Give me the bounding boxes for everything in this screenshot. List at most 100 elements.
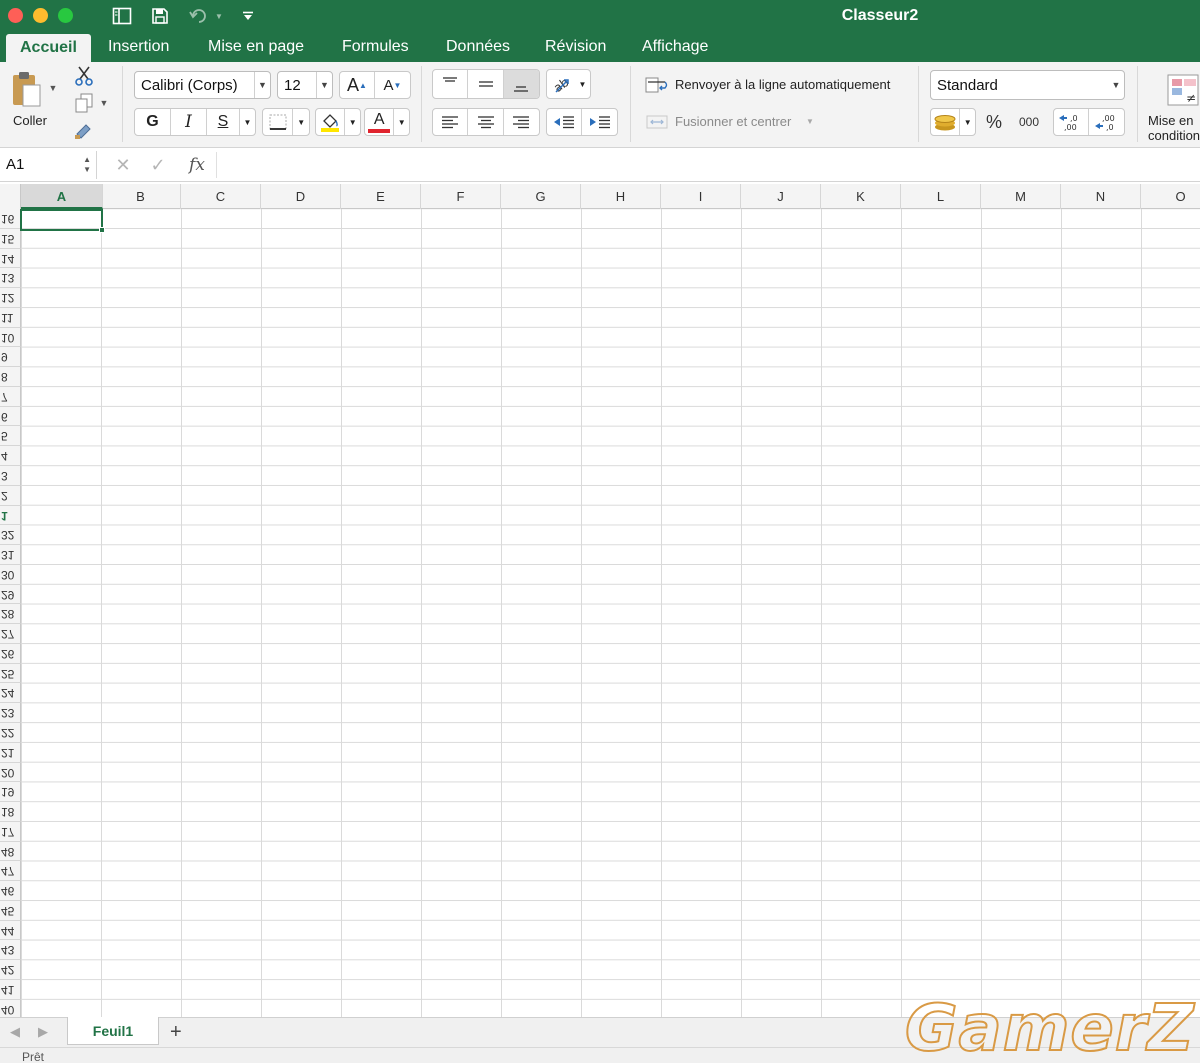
- row-header[interactable]: 10: [0, 327, 21, 348]
- conditional-formatting-label[interactable]: Mise en condition: [1148, 113, 1200, 143]
- cancel-entry-icon[interactable]: ✕: [112, 154, 134, 176]
- row-header[interactable]: 7: [0, 386, 21, 407]
- row-header[interactable]: 27: [0, 624, 21, 644]
- row-header[interactable]: 12: [0, 288, 21, 308]
- column-header-j[interactable]: J: [741, 184, 821, 209]
- save-icon[interactable]: [148, 5, 172, 27]
- italic-button[interactable]: I: [171, 109, 207, 135]
- wrap-text-icon[interactable]: [644, 74, 670, 96]
- borders-button[interactable]: ▼: [262, 108, 310, 136]
- minimize-window-button[interactable]: [33, 8, 48, 23]
- number-format-select[interactable]: Standard ▼: [930, 70, 1125, 100]
- row-header[interactable]: 14: [0, 248, 21, 269]
- copy-dropdown-icon[interactable]: ▼: [99, 97, 109, 109]
- row-header[interactable]: 21: [0, 742, 21, 763]
- column-header-n[interactable]: N: [1061, 184, 1141, 209]
- row-header[interactable]: 26: [0, 643, 21, 664]
- row-header[interactable]: 15: [0, 228, 21, 249]
- row-header[interactable]: 23: [0, 703, 21, 724]
- tab-accueil[interactable]: Accueil: [6, 34, 91, 62]
- conditional-formatting-icon[interactable]: ≠: [1166, 72, 1200, 108]
- row-header[interactable]: 28: [0, 604, 21, 625]
- merge-center-dropdown-icon[interactable]: ▼: [804, 115, 816, 127]
- column-header-m[interactable]: M: [981, 184, 1061, 209]
- row-header[interactable]: 40: [0, 999, 21, 1017]
- align-center-icon[interactable]: [468, 109, 504, 135]
- font-name-select[interactable]: Calibri (Corps) ▼: [134, 71, 271, 99]
- decrease-indent-icon[interactable]: [547, 109, 583, 135]
- add-sheet-icon[interactable]: +: [170, 1021, 182, 1043]
- row-header[interactable]: 8: [0, 367, 21, 387]
- underline-button[interactable]: S: [207, 109, 239, 135]
- row-header[interactable]: 6: [0, 406, 21, 427]
- bold-button[interactable]: G: [135, 109, 171, 135]
- row-header[interactable]: 3: [0, 466, 21, 486]
- row-header[interactable]: 24: [0, 683, 21, 704]
- tab-mise-en-page[interactable]: Mise en page: [194, 32, 318, 62]
- row-header[interactable]: 4: [0, 446, 21, 466]
- sheet-tab-feuil1[interactable]: Feuil1: [67, 1017, 159, 1045]
- underline-dropdown-icon[interactable]: ▼: [239, 109, 255, 135]
- tab-revision[interactable]: Révision: [531, 32, 620, 62]
- wrap-text-button[interactable]: Renvoyer à la ligne automatiquement: [675, 77, 890, 92]
- previous-sheet-icon[interactable]: ◀: [10, 1024, 20, 1040]
- select-all-corner[interactable]: [0, 184, 21, 209]
- row-header[interactable]: 11: [0, 307, 21, 328]
- thousands-separator-button[interactable]: 000: [1012, 110, 1046, 134]
- merge-center-button[interactable]: Fusionner et centrer: [675, 114, 791, 129]
- column-header-b[interactable]: B: [101, 184, 181, 209]
- row-header[interactable]: 17: [0, 821, 21, 842]
- confirm-entry-icon[interactable]: ✓: [147, 154, 169, 176]
- row-header[interactable]: 19: [0, 782, 21, 803]
- row-header[interactable]: 31: [0, 545, 21, 565]
- column-header-k[interactable]: K: [821, 184, 901, 209]
- font-color-button[interactable]: A ▼: [364, 108, 410, 136]
- font-size-select[interactable]: 12 ▼: [277, 71, 333, 99]
- column-header-a[interactable]: A: [21, 184, 103, 209]
- increase-decimal-icon[interactable]: ,0,00: [1054, 109, 1090, 135]
- row-header[interactable]: 18: [0, 802, 21, 822]
- row-header[interactable]: 48: [0, 841, 21, 862]
- cut-icon[interactable]: [72, 64, 96, 88]
- sidebar-toggle-icon[interactable]: [110, 5, 134, 27]
- row-header[interactable]: 22: [0, 723, 21, 743]
- increase-indent-icon[interactable]: [582, 109, 617, 135]
- align-right-icon[interactable]: [504, 109, 539, 135]
- row-header[interactable]: 13: [0, 268, 21, 289]
- format-painter-icon[interactable]: [72, 120, 96, 142]
- paste-label[interactable]: Coller: [13, 113, 47, 128]
- column-header-l[interactable]: L: [901, 184, 981, 209]
- column-header-g[interactable]: G: [501, 184, 581, 209]
- undo-icon[interactable]: [186, 5, 212, 27]
- column-header-f[interactable]: F: [421, 184, 501, 209]
- decrease-font-size-icon[interactable]: A ▼: [375, 72, 410, 98]
- align-middle-icon[interactable]: [468, 70, 504, 98]
- maximize-window-button[interactable]: [58, 8, 73, 23]
- close-window-button[interactable]: [8, 8, 23, 23]
- row-header[interactable]: 46: [0, 881, 21, 901]
- orientation-button[interactable]: ab ▼: [546, 69, 591, 99]
- cell-area[interactable]: [21, 209, 1200, 1017]
- increase-font-size-icon[interactable]: A ▲: [340, 72, 376, 98]
- row-header[interactable]: 44: [0, 920, 21, 941]
- next-sheet-icon[interactable]: ▶: [38, 1024, 48, 1040]
- tab-insertion[interactable]: Insertion: [94, 32, 183, 62]
- row-header[interactable]: 47: [0, 861, 21, 882]
- row-header[interactable]: 30: [0, 564, 21, 585]
- column-header-e[interactable]: E: [341, 184, 421, 209]
- row-header[interactable]: 20: [0, 762, 21, 783]
- column-header-i[interactable]: I: [661, 184, 741, 209]
- percent-style-button[interactable]: %: [980, 110, 1008, 134]
- row-header[interactable]: 29: [0, 584, 21, 605]
- row-header[interactable]: 5: [0, 426, 21, 447]
- row-header[interactable]: 43: [0, 940, 21, 961]
- paste-icon[interactable]: [8, 68, 44, 110]
- currency-format-button[interactable]: ▼: [930, 108, 976, 136]
- tab-donnees[interactable]: Données: [432, 32, 524, 62]
- customize-toolbar-icon[interactable]: [240, 5, 256, 27]
- row-header[interactable]: 2: [0, 485, 21, 506]
- merge-center-icon[interactable]: [644, 112, 670, 132]
- decrease-decimal-icon[interactable]: ,00,0: [1089, 109, 1124, 135]
- column-header-o[interactable]: O: [1141, 184, 1200, 209]
- insert-function-icon[interactable]: fx: [184, 154, 210, 176]
